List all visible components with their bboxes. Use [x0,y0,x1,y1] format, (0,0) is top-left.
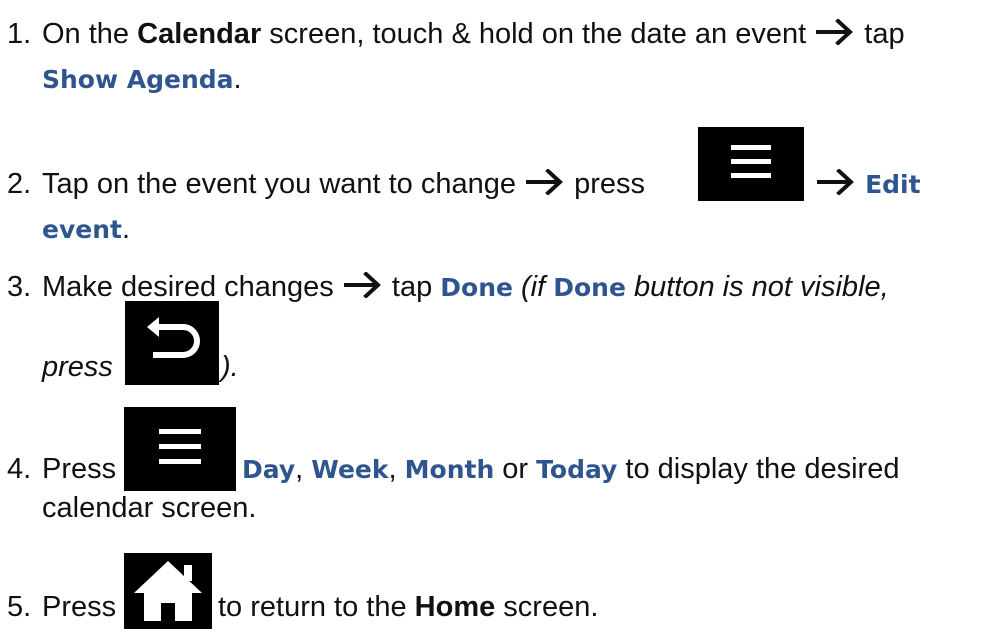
edit-event-label-line-1: Edit [865,170,921,199]
done-label-2: Done [553,273,626,302]
menu-icon [124,407,236,491]
right-arrow-icon [816,19,854,45]
step-1-text: On the Calendar screen, touch & hold on … [42,18,905,50]
home-label: Home [414,591,496,623]
step-1-number: 1. [7,18,32,50]
done-label: Done [440,273,513,302]
day-label: Day [242,455,296,484]
calendar-label: Calendar [137,18,262,50]
step-5-number: 5. [7,591,32,623]
edit-event-label-line-2: event [42,215,122,244]
step-3-number: 3. [7,271,32,303]
month-label: Month [404,455,495,484]
home-icon [124,553,212,629]
step-5-text: to return to the Home screen. [218,591,599,623]
menu-icon [698,127,804,201]
back-icon [125,301,219,385]
step-2-line-2: event. [42,213,131,245]
right-arrow-icon [817,169,855,195]
step-2-text: Tap on the event you want to change pres… [42,168,646,200]
step-4-text: Day, Week, Month or Today to display the… [242,453,900,485]
today-label: Today [536,455,618,484]
step-4-number: 4. [7,453,32,485]
step-3-text: Make desired changes tap Done (if Done b… [42,271,889,303]
step-2-number: 2. [7,168,32,200]
right-arrow-icon [343,272,382,298]
step-4-line-2: calendar screen. [42,492,257,524]
step-1-line-2: Show Agenda. [42,63,242,95]
show-agenda-label: Show Agenda [42,65,234,94]
week-label: Week [311,455,389,484]
step-3-line-2b: ). [221,351,239,383]
step-3-line-2: press [42,351,113,383]
right-arrow-icon [526,169,564,195]
